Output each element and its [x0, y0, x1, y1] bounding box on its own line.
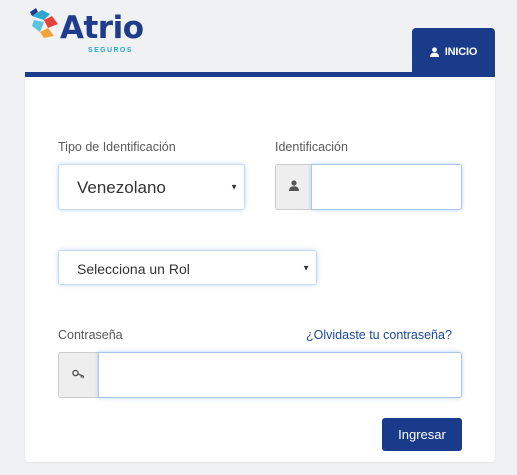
- id-number-input[interactable]: [311, 164, 462, 210]
- password-group: [58, 352, 462, 398]
- password-addon: [58, 352, 98, 398]
- logo-mark-icon: [30, 8, 58, 38]
- caret-down-icon: ▼: [230, 182, 238, 192]
- brand-logo: Atrio SEGUROS: [28, 6, 158, 58]
- user-icon: [288, 178, 299, 196]
- login-card: Tipo de Identificación Venezolano ▼ Iden…: [25, 72, 495, 462]
- tab-inicio-label: INICIO: [444, 46, 478, 58]
- password-input[interactable]: [98, 352, 462, 398]
- id-number-group: [275, 164, 462, 210]
- role-value: Selecciona un Rol: [77, 261, 190, 277]
- tab-inicio[interactable]: INICIO: [412, 28, 495, 76]
- user-icon: [429, 47, 439, 57]
- caret-down-icon: ▼: [302, 263, 310, 272]
- brand-name: Atrio: [60, 10, 144, 46]
- forgot-password-link[interactable]: ¿Olvidaste tu contraseña?: [306, 328, 452, 342]
- password-label: Contraseña: [58, 328, 123, 342]
- id-type-label: Tipo de Identificación: [58, 140, 176, 154]
- id-number-addon: [275, 164, 311, 210]
- role-select[interactable]: Selecciona un Rol ▼: [58, 250, 317, 285]
- id-type-select[interactable]: Venezolano ▼: [58, 164, 245, 210]
- id-type-value: Venezolano: [77, 178, 166, 197]
- brand-tagline: SEGUROS: [88, 47, 133, 54]
- key-icon: [71, 366, 86, 384]
- login-button[interactable]: Ingresar: [382, 418, 462, 451]
- id-number-label: Identificación: [275, 140, 348, 154]
